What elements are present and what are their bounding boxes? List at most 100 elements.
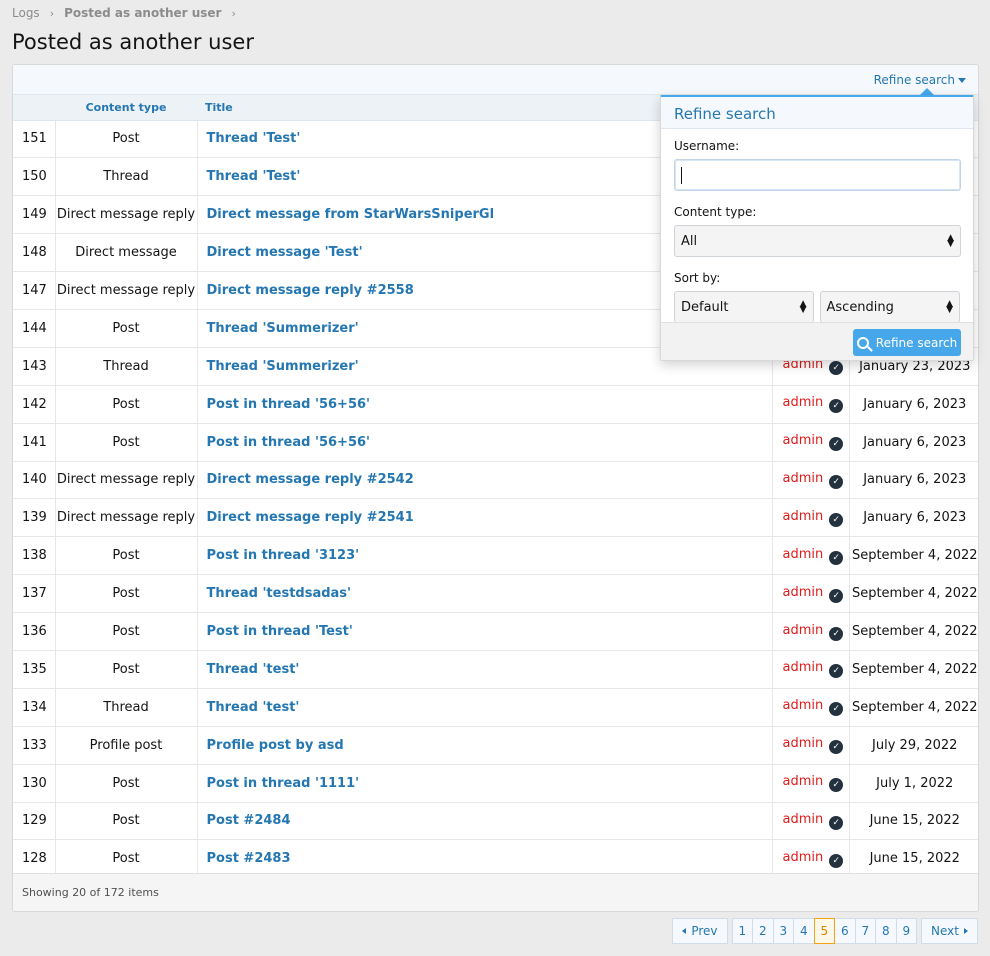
refine-search-toggle[interactable]: Refine search [874, 73, 966, 87]
row-username[interactable]: admin [783, 660, 824, 675]
row-username[interactable]: admin [783, 850, 824, 865]
breadcrumb-item-logs[interactable]: Logs [12, 6, 40, 20]
row-username[interactable]: admin [783, 471, 824, 486]
prev-page-label: Prev [691, 924, 718, 938]
row-title-link[interactable]: Thread 'test' [207, 700, 300, 715]
row-date: January 6, 2023 [849, 423, 978, 462]
username-input[interactable] [674, 159, 961, 191]
page-button[interactable]: 7 [854, 918, 877, 944]
verified-badge-icon: ✓ [829, 815, 844, 830]
row-id: 134 [13, 688, 56, 727]
row-id: 141 [13, 423, 56, 462]
row-username[interactable]: admin [783, 509, 824, 524]
sort-field-select[interactable]: Default ▲ ▼ [674, 291, 814, 323]
row-title-link[interactable]: Thread 'Test' [207, 169, 301, 184]
prev-page-button[interactable]: Prev [672, 918, 728, 944]
breadcrumb-item-current[interactable]: Posted as another user [64, 6, 221, 20]
row-id: 150 [13, 157, 56, 197]
row-content-type: Thread [55, 688, 198, 727]
row-user-cell: admin ✓ [772, 726, 850, 765]
row-user-cell: admin ✓ [772, 385, 850, 424]
page-button[interactable]: 4 [793, 918, 815, 944]
th-id [13, 95, 55, 121]
row-date: September 4, 2022 [849, 536, 978, 576]
row-title-link[interactable]: Post #2483 [207, 851, 291, 866]
row-user-cell: admin ✓ [772, 688, 850, 727]
row-title-cell: Profile post by asd [197, 726, 773, 765]
row-content-type: Post [55, 612, 198, 651]
page-button[interactable]: 8 [875, 918, 897, 944]
page-button[interactable]: 3 [772, 918, 795, 944]
row-content-type: Profile post [55, 726, 198, 765]
th-content-type[interactable]: Content type [55, 95, 197, 121]
filter-bar: Refine search [13, 65, 978, 95]
row-title-link[interactable]: Thread 'Test' [207, 131, 301, 146]
row-username[interactable]: admin [783, 547, 824, 562]
verified-badge-icon: ✓ [829, 778, 844, 793]
row-user-cell: admin ✓ [772, 498, 850, 538]
next-page-button[interactable]: Next [921, 918, 978, 944]
sort-order-select[interactable]: Ascending ▲ ▼ [819, 291, 960, 323]
row-title-link[interactable]: Thread 'testdsadas' [207, 586, 352, 601]
table-row: 135 Post Thread 'test' admin ✓ September 4, 2… [13, 650, 978, 689]
row-username[interactable]: admin [783, 774, 824, 789]
row-username[interactable]: admin [783, 736, 824, 751]
verified-badge-icon: ✓ [829, 399, 844, 414]
row-user-cell: admin ✓ [772, 612, 850, 651]
row-title-cell: Post in thread '56+56' [197, 385, 773, 424]
row-title-link[interactable]: Post #2484 [207, 813, 291, 828]
page-button[interactable]: 1 [731, 918, 754, 944]
chevron-right-icon: › [49, 6, 55, 20]
row-title-cell: Direct message reply #2542 [197, 461, 773, 500]
page-button[interactable]: 2 [752, 918, 774, 944]
row-title-link[interactable]: Thread 'Summerizer' [207, 359, 359, 374]
table-row: 139 Direct message reply Direct message re… [13, 498, 978, 538]
row-title-link[interactable]: Post in thread 'Test' [207, 624, 353, 639]
search-icon [856, 336, 869, 349]
row-username[interactable]: admin [783, 433, 824, 448]
row-title-cell: Direct message reply #2541 [197, 498, 773, 538]
page-button-current[interactable]: 5 [813, 918, 836, 944]
row-title-link[interactable]: Direct message reply #2541 [207, 510, 414, 525]
menu-footer: Refine search [661, 322, 973, 360]
row-title-link[interactable]: Direct message 'Test' [207, 245, 363, 260]
row-title-link[interactable]: Post in thread '1111' [207, 776, 360, 791]
row-user-cell: admin ✓ [772, 423, 850, 462]
row-title-link[interactable]: Direct message from StarWarsSniperGl [207, 207, 495, 222]
row-username[interactable]: admin [783, 812, 824, 827]
content-type-label: Content type: [674, 205, 757, 219]
row-content-type: Post [55, 120, 198, 159]
verified-badge-icon: ✓ [829, 664, 844, 679]
chevron-right-icon: › [231, 6, 236, 20]
row-title-link[interactable]: Thread 'test' [207, 662, 300, 677]
row-id: 138 [13, 536, 56, 576]
row-title-link[interactable]: Thread 'Summerizer' [207, 321, 359, 336]
row-title-link[interactable]: Direct message reply #2558 [207, 283, 414, 298]
row-title-link[interactable]: Post in thread '3123' [207, 548, 360, 563]
refine-search-button-label: Refine search [875, 335, 958, 350]
row-user-cell: admin ✓ [772, 802, 850, 841]
sort-row: Default ▲ ▼ Ascending ▲ ▼ [674, 291, 960, 323]
row-title-link[interactable]: Direct message reply #2542 [207, 472, 414, 487]
table-row: 133 Profile post Profile post by asd admin ✓… [13, 726, 978, 765]
next-page-label: Next [931, 924, 959, 938]
row-title-link[interactable]: Post in thread '56+56' [207, 435, 371, 450]
row-title-link[interactable]: Profile post by asd [207, 738, 344, 753]
row-username[interactable]: admin [783, 698, 824, 713]
table-row: 141 Post Post in thread '56+56' admin ✓ Janua… [13, 423, 978, 462]
row-username[interactable]: admin [783, 395, 824, 410]
row-content-type: Post [55, 385, 198, 424]
row-user-cell: admin ✓ [772, 764, 850, 803]
row-title-cell: Thread 'testdsadas' [197, 574, 773, 614]
refine-search-button[interactable]: Refine search [853, 329, 961, 356]
row-date: January 6, 2023 [849, 498, 978, 538]
content-type-select[interactable]: All ▲ ▼ [674, 225, 961, 257]
row-username[interactable]: admin [783, 623, 824, 638]
page-button[interactable]: 6 [834, 918, 856, 944]
row-username[interactable]: admin [783, 585, 824, 600]
row-title-link[interactable]: Post in thread '56+56' [207, 397, 371, 412]
row-date: June 15, 2022 [849, 802, 978, 841]
row-id: 142 [13, 385, 56, 424]
content-type-value: All [681, 233, 698, 249]
page-button[interactable]: 9 [895, 918, 918, 944]
